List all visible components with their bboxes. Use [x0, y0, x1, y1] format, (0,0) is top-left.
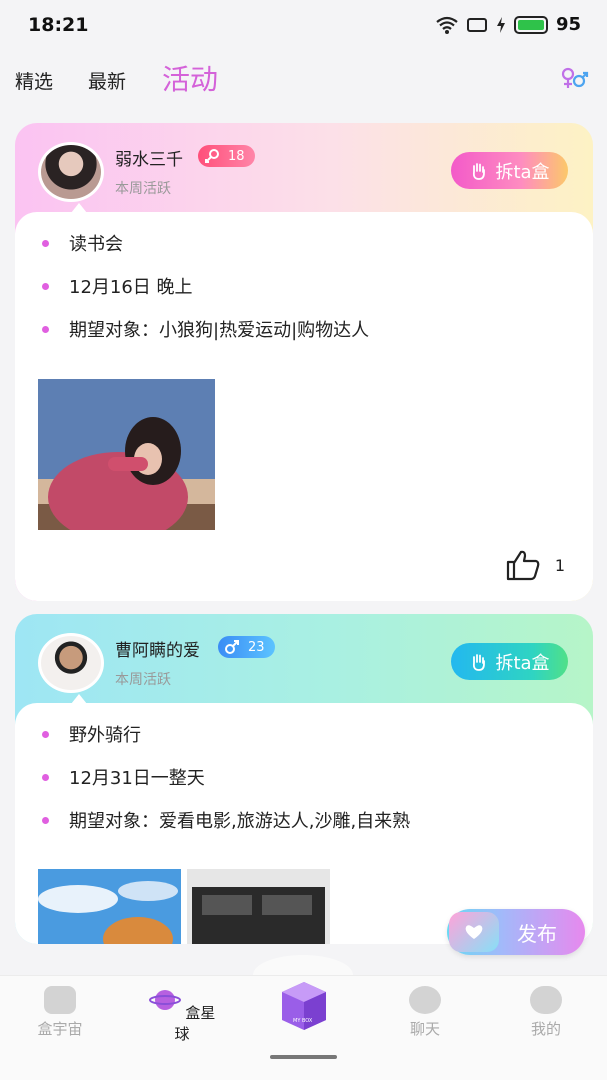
nav-label: 盒宇宙 [37, 1020, 83, 1038]
nav-label: 盒星球 [174, 1004, 216, 1043]
activity-card[interactable]: 曹阿瞒的爱 23 本周活跃 拆ta盒 野外骑行 12月31日一整天 期望对象：爱… [15, 614, 593, 944]
bullet-dot [42, 730, 49, 738]
battery-percent: 95 [555, 14, 581, 35]
gender-filter-icon[interactable] [559, 66, 589, 90]
username[interactable]: 弱水三千 [115, 145, 183, 170]
tab-latest[interactable]: 最新 [88, 67, 126, 94]
age-label: 18 [228, 148, 245, 164]
unbox-button[interactable]: 拆ta盒 [451, 152, 568, 189]
female-icon [205, 149, 219, 163]
tab-featured[interactable]: 精选 [15, 67, 53, 94]
time-row: 12月31日一整天 [42, 764, 205, 790]
expect-text: 期望对象：爱看电影,旅游达人,沙雕,自来熟 [69, 811, 411, 832]
event-row: 野外骑行 [42, 721, 141, 747]
unbox-label: 拆ta盒 [495, 652, 550, 674]
publish-label: 发布 [517, 921, 557, 946]
nav-label: 聊天 [409, 1020, 440, 1038]
camera-heart-icon [449, 912, 499, 952]
card-body: 读书会 12月16日 晚上 期望对象：小狼狗|热爱运动|购物达人 1 [15, 212, 593, 601]
event-row: 读书会 [42, 230, 123, 256]
card-body: 野外骑行 12月31日一整天 期望对象：爱看电影,旅游达人,沙雕,自来熟 [15, 703, 593, 944]
thumbs-up-icon [506, 550, 540, 581]
wifi-icon [436, 16, 458, 34]
profile-icon [530, 986, 562, 1014]
avatar[interactable] [38, 142, 104, 202]
bullet-dot [42, 816, 49, 824]
tab-activity[interactable]: 活动 [162, 58, 218, 98]
post-photo[interactable] [38, 869, 181, 944]
post-photo[interactable] [187, 869, 330, 944]
screen-rotate-icon [466, 17, 487, 32]
box-heart-icon [44, 986, 76, 1014]
wave-hand-icon [473, 162, 486, 180]
event-time: 12月16日 晚上 [69, 277, 193, 298]
status-icons: 95 [436, 14, 581, 35]
nav-planet[interactable]: 盒星球 [142, 986, 222, 1044]
post-photo[interactable] [38, 379, 215, 530]
chat-bubble-icon [409, 986, 441, 1014]
bullet-dot [42, 239, 49, 247]
event-time: 12月31日一整天 [69, 768, 205, 789]
like-button[interactable]: 1 [505, 549, 565, 581]
home-indicator [270, 1055, 337, 1059]
expect-row: 期望对象：小狼狗|热爱运动|购物达人 [42, 316, 369, 342]
status-time: 18:21 [28, 14, 89, 36]
planet-icon [148, 990, 181, 1010]
gender-age-badge: 23 [218, 636, 275, 658]
expect-text: 期望对象：小狼狗|热爱运动|购物达人 [69, 320, 370, 341]
nav-universe[interactable]: 盒宇宙 [20, 986, 100, 1039]
publish-button[interactable]: 发布 [447, 909, 585, 955]
wave-hand-icon [473, 653, 486, 671]
avatar[interactable] [38, 633, 104, 693]
username[interactable]: 曹阿瞒的爱 [115, 636, 200, 661]
battery-icon [513, 15, 548, 34]
top-tabs: 精选 最新 活动 [0, 55, 607, 105]
event-name: 读书会 [69, 234, 123, 255]
bullet-dot [42, 325, 49, 333]
status-bar: 18:21 95 [0, 0, 607, 50]
unbox-label: 拆ta盒 [495, 161, 550, 183]
nav-label: 我的 [530, 1020, 561, 1038]
like-count: 1 [554, 555, 565, 575]
my-box-button[interactable]: MY BOX [279, 980, 329, 1032]
activity-status: 本周活跃 [115, 672, 171, 688]
bullet-dot [42, 773, 49, 781]
expect-row: 期望对象：爱看电影,旅游达人,沙雕,自来熟 [42, 807, 410, 833]
nav-chat[interactable]: 聊天 [385, 986, 465, 1039]
event-name: 野外骑行 [69, 725, 141, 746]
male-icon [225, 640, 239, 654]
gender-age-badge: 18 [198, 145, 255, 167]
unbox-button[interactable]: 拆ta盒 [451, 643, 568, 680]
charging-icon [496, 16, 505, 33]
my-box-label: MY BOX [293, 1018, 313, 1024]
bullet-dot [42, 282, 49, 290]
activity-card[interactable]: 弱水三千 18 本周活跃 拆ta盒 读书会 12月16日 晚上 期望对象：小狼狗… [15, 123, 593, 601]
nav-mine[interactable]: 我的 [506, 986, 586, 1039]
age-label: 23 [248, 639, 265, 655]
activity-status: 本周活跃 [115, 181, 171, 197]
time-row: 12月16日 晚上 [42, 273, 193, 299]
